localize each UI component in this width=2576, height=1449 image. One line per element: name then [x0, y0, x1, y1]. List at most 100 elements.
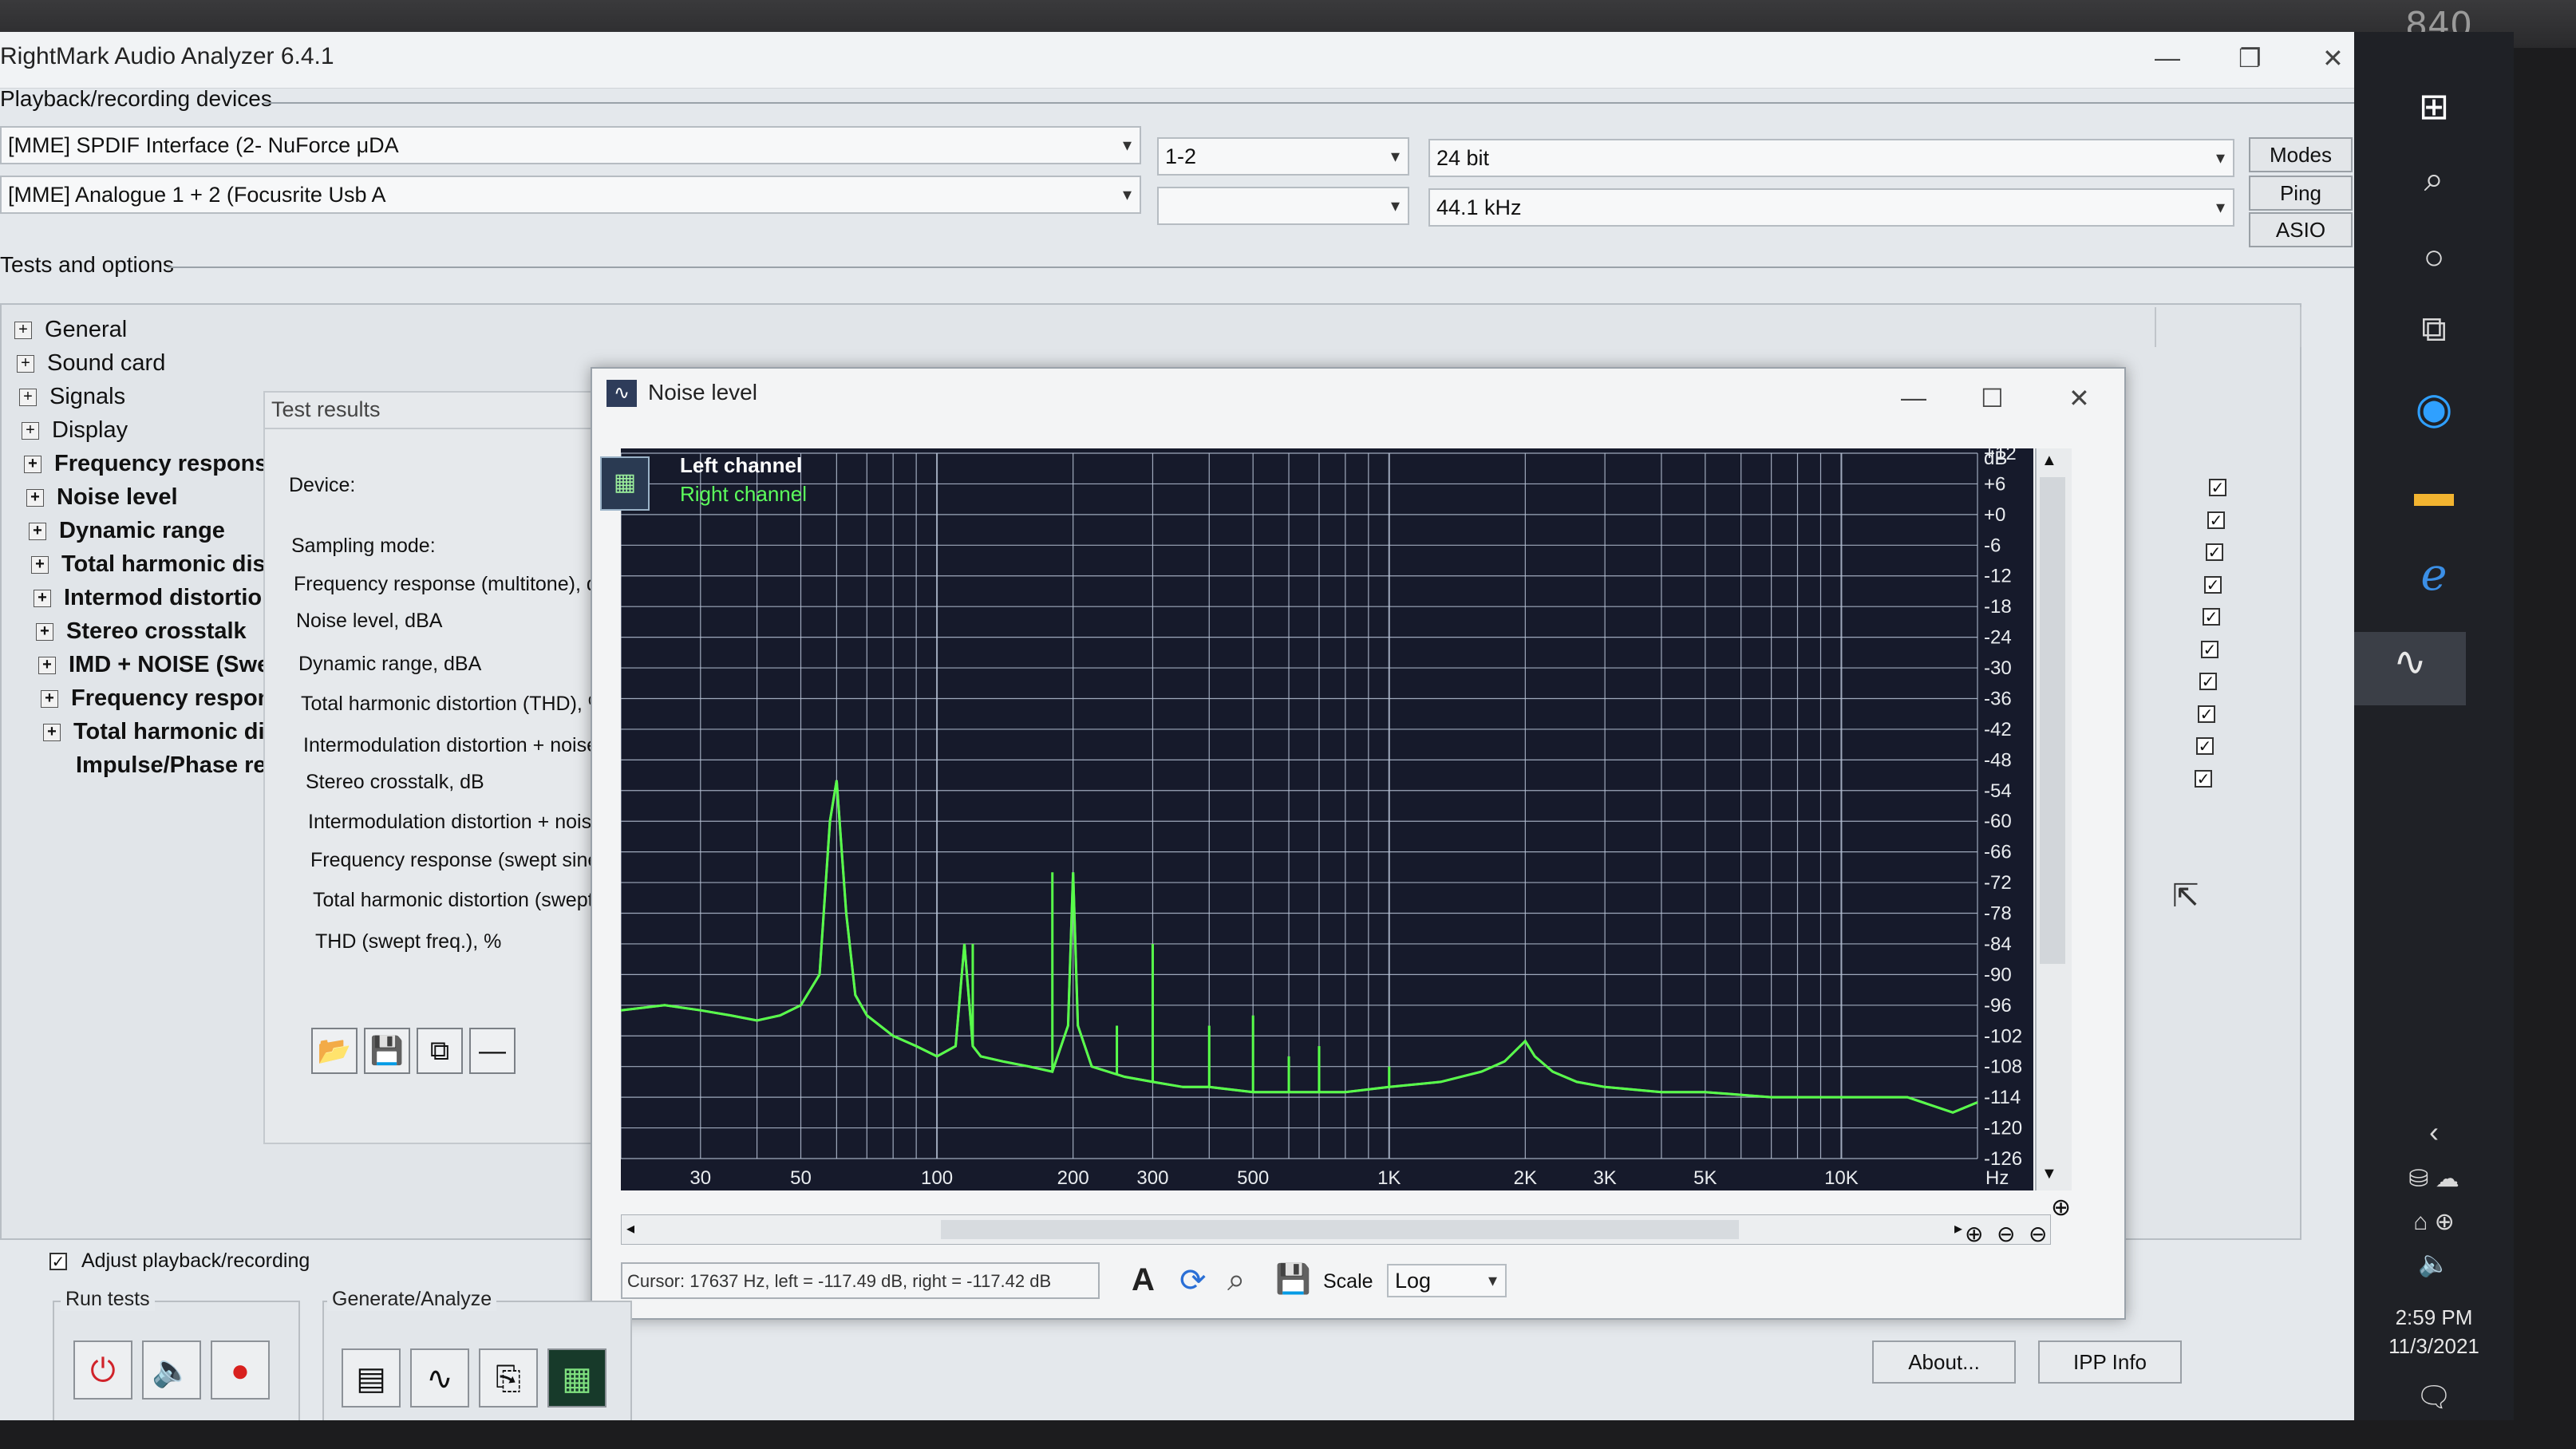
horizontal-scrollbar[interactable]: ◂ ▸ — [621, 1214, 2051, 1245]
clock-date[interactable]: 11/3/2021 — [2354, 1334, 2514, 1359]
clock-time[interactable]: 2:59 PM — [2354, 1305, 2514, 1330]
tree-item[interactable]: + IMD + NOISE (Swe — [38, 648, 302, 681]
test-checkbox[interactable]: ✓ — [2204, 575, 2222, 594]
test-checkbox[interactable]: ✓ — [2206, 543, 2223, 561]
expand-icon[interactable]: + — [26, 489, 44, 507]
edge-icon[interactable]: ◉ — [2354, 383, 2514, 433]
volume-icon[interactable]: 🔈 — [2354, 1248, 2514, 1278]
asio-button[interactable]: ASIO — [2249, 212, 2353, 247]
minimize-icon[interactable]: — — [1901, 383, 1926, 413]
ping-button[interactable]: Ping — [2249, 176, 2353, 211]
close-icon[interactable]: ✕ — [2322, 43, 2344, 73]
chevron-left-icon[interactable]: ‹ — [2354, 1115, 2514, 1149]
expand-icon[interactable]: + — [19, 389, 37, 407]
bit-depth-select[interactable]: 24 bit ▾ — [1428, 139, 2234, 177]
scale-select[interactable]: Log ▾ — [1387, 1264, 1507, 1297]
expand-icon[interactable]: + — [43, 724, 61, 742]
scroll-left-icon[interactable]: ◂ — [626, 1218, 634, 1238]
save-icon[interactable]: 💾 — [1275, 1262, 1311, 1296]
tree-item[interactable]: + Display — [22, 413, 302, 447]
channels-select[interactable]: 1-2 ▾ — [1157, 137, 1409, 176]
expand-icon[interactable]: + — [22, 422, 39, 440]
file-explorer-icon[interactable]: ▬ — [2354, 469, 2514, 515]
cortana-icon[interactable]: ○ — [2354, 238, 2514, 278]
test-checkbox[interactable]: ✓ — [2207, 511, 2225, 529]
copy-icon[interactable]: ⧉ — [417, 1028, 463, 1074]
save-icon[interactable]: 💾 — [364, 1028, 410, 1074]
expand-icon[interactable]: + — [31, 556, 49, 574]
restore-icon[interactable]: ❐ — [2238, 43, 2262, 73]
test-checkbox[interactable]: ✓ — [2209, 479, 2226, 496]
scroll-thumb[interactable] — [941, 1220, 1739, 1239]
tree-item[interactable]: + Signals — [19, 380, 302, 413]
zoom-out-icon[interactable]: ⊖ — [1997, 1221, 2015, 1247]
test-checkbox[interactable]: ✓ — [2196, 737, 2214, 755]
expand-icon[interactable]: + — [34, 590, 51, 608]
tree-item[interactable]: + General — [14, 313, 302, 346]
sample-rate-select[interactable]: 44.1 kHz ▾ — [1428, 188, 2234, 227]
channel-toggle-icon[interactable]: ▦ — [600, 456, 650, 511]
windows-start-icon[interactable]: ⊞ — [2354, 85, 2514, 128]
scroll-thumb[interactable] — [2040, 477, 2065, 964]
zoom-icon[interactable]: ⊕ — [2051, 1194, 2071, 1222]
close-icon[interactable]: ✕ — [2068, 383, 2090, 413]
open-folder-icon[interactable]: 📂 — [311, 1028, 358, 1074]
minimize-icon[interactable]: — — [2155, 43, 2180, 73]
record-icon[interactable]: ● — [211, 1340, 270, 1400]
maximize-icon[interactable]: ☐ — [1981, 383, 2004, 413]
run-all-tests-icon[interactable]: ⏻ — [73, 1340, 132, 1400]
notification-icon[interactable]: 🗨 — [2354, 1380, 2514, 1414]
recorder-icon[interactable]: ⎘ — [479, 1348, 538, 1408]
vertical-scrollbar[interactable]: ▲ ▼ — [2035, 448, 2072, 1190]
scroll-down-icon[interactable]: ▼ — [2041, 1165, 2057, 1183]
about-button[interactable]: About... — [1872, 1340, 2016, 1384]
rmaa-app-icon[interactable]: ∿ — [2330, 638, 2490, 685]
expand-icon[interactable]: + — [41, 690, 58, 709]
ipp-info-button[interactable]: IPP Info — [2038, 1340, 2182, 1384]
refresh-icon[interactable]: ⟳ — [1179, 1262, 1207, 1299]
search-icon[interactable]: ⌕ — [2354, 160, 2514, 199]
spectrum-chart[interactable]: +12+6+0-6-12-18-24-30-36-42-48-54-60-66-… — [620, 443, 2033, 1190]
zoom-in-icon[interactable]: ⊕ — [1965, 1221, 1983, 1247]
scroll-up-icon[interactable]: ▲ — [2041, 452, 2057, 470]
scroll-right-icon[interactable]: ▸ — [1954, 1218, 1962, 1238]
font-icon[interactable]: A — [1132, 1262, 1155, 1298]
y-tick-label: -108 — [1984, 1056, 2022, 1078]
speaker-icon[interactable]: 🔈 — [142, 1340, 201, 1400]
test-checkbox[interactable]: ✓ — [2199, 673, 2217, 690]
tree-item[interactable]: + Dynamic range — [29, 514, 302, 547]
zoom-reset-icon[interactable]: ⊖ — [2029, 1221, 2047, 1247]
remove-icon[interactable]: — — [469, 1028, 516, 1074]
expand-icon[interactable]: + — [38, 657, 56, 675]
tree-item[interactable]: + Stereo crosstalk — [36, 614, 302, 648]
expand-icon[interactable]: + — [14, 322, 32, 340]
test-checkbox[interactable]: ✓ — [2195, 769, 2212, 788]
recording-device-select[interactable]: [MME] Analogue 1 + 2 (Focusrite Usb A ▾ — [0, 176, 1141, 214]
tree-item[interactable]: + Frequency respons — [41, 681, 302, 715]
search-icon[interactable]: ⌕ — [1227, 1262, 1245, 1298]
internet-explorer-icon[interactable]: e — [2354, 549, 2514, 601]
modes-button[interactable]: Modes — [2249, 137, 2353, 172]
tree-item[interactable]: + Noise level — [26, 480, 302, 514]
waveform-icon[interactable]: ∿ — [410, 1348, 469, 1408]
tree-item[interactable]: + Frequency respons — [24, 447, 302, 480]
expand-icon[interactable]: + — [24, 456, 41, 474]
expand-icon[interactable]: + — [29, 523, 46, 541]
task-view-icon[interactable]: ⧉ — [2354, 310, 2514, 349]
test-checkbox[interactable]: ✓ — [2203, 608, 2220, 626]
tree-item[interactable]: + Sound card — [17, 346, 302, 380]
tray-icons[interactable]: ⛁ ☁ — [2354, 1165, 2514, 1193]
generate-signal-icon[interactable]: ▤ — [342, 1348, 401, 1408]
playback-device-select[interactable]: [MME] SPDIF Interface (2- NuForce μDA ▾ — [0, 126, 1141, 164]
tree-item[interactable]: + Intermod distortio — [34, 581, 302, 614]
test-checkbox[interactable]: ✓ — [2198, 705, 2215, 723]
spectrum-plot[interactable]: +12 +6 +0 -6 -12 -18 -24 -30 -36 -42 -48 -54 -60 -66-… — [620, 443, 2033, 1190]
expand-icon[interactable]: + — [17, 355, 34, 373]
recording-channels-select[interactable]: ▾ — [1157, 187, 1409, 225]
network-icon[interactable]: ⌂ ⊕ — [2354, 1208, 2514, 1236]
adjust-checkbox[interactable]: ✓ — [49, 1253, 67, 1270]
expand-icon[interactable]: + — [36, 623, 53, 642]
spectrum-icon[interactable]: ▦ — [547, 1348, 606, 1408]
tree-item[interactable]: + Total harmonic dist — [31, 547, 302, 581]
test-checkbox[interactable]: ✓ — [2201, 640, 2218, 658]
